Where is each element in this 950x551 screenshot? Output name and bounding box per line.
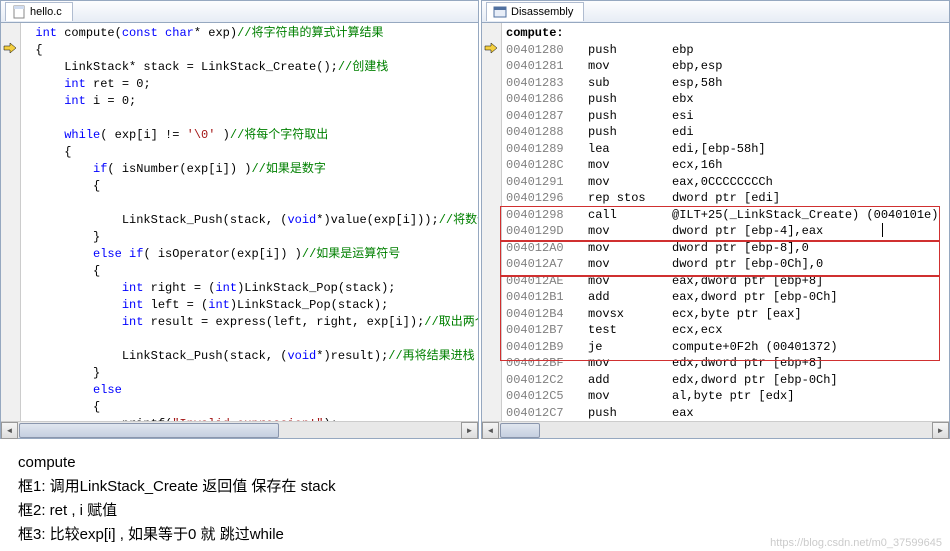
scroll-track[interactable] bbox=[499, 423, 932, 438]
disasm-line: 00401296rep stosdword ptr [edi] bbox=[502, 190, 949, 207]
tab-hello-c[interactable]: hello.c bbox=[5, 2, 73, 21]
disasm-tab-row: Disassembly bbox=[482, 1, 949, 23]
disasm-scrollbar-h[interactable]: ◄ ► bbox=[482, 421, 949, 438]
scroll-thumb[interactable] bbox=[500, 423, 540, 438]
scroll-track[interactable] bbox=[18, 423, 461, 438]
source-panel: hello.c int compute(const char* exp)//将字… bbox=[0, 0, 479, 439]
disasm-line: 00401288pushedi bbox=[502, 124, 949, 141]
note-line: compute bbox=[18, 451, 932, 475]
disasm-line: 00401287pushesi bbox=[502, 108, 949, 125]
disasm-line: 00401283subesp,58h bbox=[502, 75, 949, 92]
tab-label: hello.c bbox=[30, 6, 62, 18]
disasm-line: 004012B4movsxecx,byte ptr [eax] bbox=[502, 306, 949, 323]
disasm-line: 0040128Cmovecx,16h bbox=[502, 157, 949, 174]
disassembly-icon bbox=[493, 5, 507, 19]
source-gutter bbox=[1, 23, 21, 421]
disasm-gutter bbox=[482, 23, 502, 421]
disasm-line: 00401289leaedi,[ebp-58h] bbox=[502, 141, 949, 158]
scroll-thumb[interactable] bbox=[19, 423, 279, 438]
disasm-line: 004012C5moval,byte ptr [edx] bbox=[502, 388, 949, 405]
scroll-right-button[interactable]: ► bbox=[461, 422, 478, 439]
disasm-line: 00401280pushebp bbox=[502, 42, 949, 59]
annotation-notes: compute 框1: 调用LinkStack_Create 返回值 保存在 s… bbox=[0, 439, 950, 551]
source-tab-row: hello.c bbox=[1, 1, 478, 23]
execution-arrow-icon bbox=[3, 42, 17, 60]
c-file-icon bbox=[12, 5, 26, 19]
disasm-line: 004012B1addeax,dword ptr [ebp-0Ch] bbox=[502, 289, 949, 306]
text-cursor bbox=[882, 223, 883, 237]
scroll-left-button[interactable]: ◄ bbox=[1, 422, 18, 439]
disasm-line: 004012B7testecx,ecx bbox=[502, 322, 949, 339]
execution-arrow-icon bbox=[484, 42, 498, 60]
disassembly-area[interactable]: compute:00401280pushebp00401281movebp,es… bbox=[482, 23, 949, 421]
disasm-line: 00401291moveax,0CCCCCCCCh bbox=[502, 174, 949, 191]
disasm-line: 004012B9jecompute+0F2h (00401372) bbox=[502, 339, 949, 356]
tab-disassembly[interactable]: Disassembly bbox=[486, 2, 584, 21]
window: hello.c int compute(const char* exp)//将字… bbox=[0, 0, 950, 551]
disassembly-panel: Disassembly compute:00401280pushebp00401… bbox=[481, 0, 950, 439]
tab-label: Disassembly bbox=[511, 6, 573, 18]
source-code-area[interactable]: int compute(const char* exp)//将字符串的算式计算结… bbox=[1, 23, 478, 421]
note-line: 框2: ret , i 赋值 bbox=[18, 499, 932, 523]
disasm-line: 004012C7pusheax bbox=[502, 405, 949, 422]
source-code: int compute(const char* exp)//将字符串的算式计算结… bbox=[21, 25, 478, 421]
disasm-line: 004012A7movdword ptr [ebp-0Ch],0 bbox=[502, 256, 949, 273]
watermark: https://blog.csdn.net/m0_37599645 bbox=[770, 537, 942, 549]
disasm-line: 00401281movebp,esp bbox=[502, 58, 949, 75]
panels-row: hello.c int compute(const char* exp)//将字… bbox=[0, 0, 950, 439]
disasm-line: 004012BFmovedx,dword ptr [ebp+8] bbox=[502, 355, 949, 372]
disasm-line: 00401298call@ILT+25(_LinkStack_Create) (… bbox=[502, 207, 949, 224]
disasm-line: 004012C2addedx,dword ptr [ebp-0Ch] bbox=[502, 372, 949, 389]
note-line: 框1: 调用LinkStack_Create 返回值 保存在 stack bbox=[18, 475, 932, 499]
disasm-line: 004012A0movdword ptr [ebp-8],0 bbox=[502, 240, 949, 257]
disasm-line: compute: bbox=[502, 25, 949, 42]
source-scrollbar-h[interactable]: ◄ ► bbox=[1, 421, 478, 438]
disasm-line: 00401286pushebx bbox=[502, 91, 949, 108]
scroll-right-button[interactable]: ► bbox=[932, 422, 949, 439]
disasm-line: 004012AEmoveax,dword ptr [ebp+8] bbox=[502, 273, 949, 290]
scroll-left-button[interactable]: ◄ bbox=[482, 422, 499, 439]
